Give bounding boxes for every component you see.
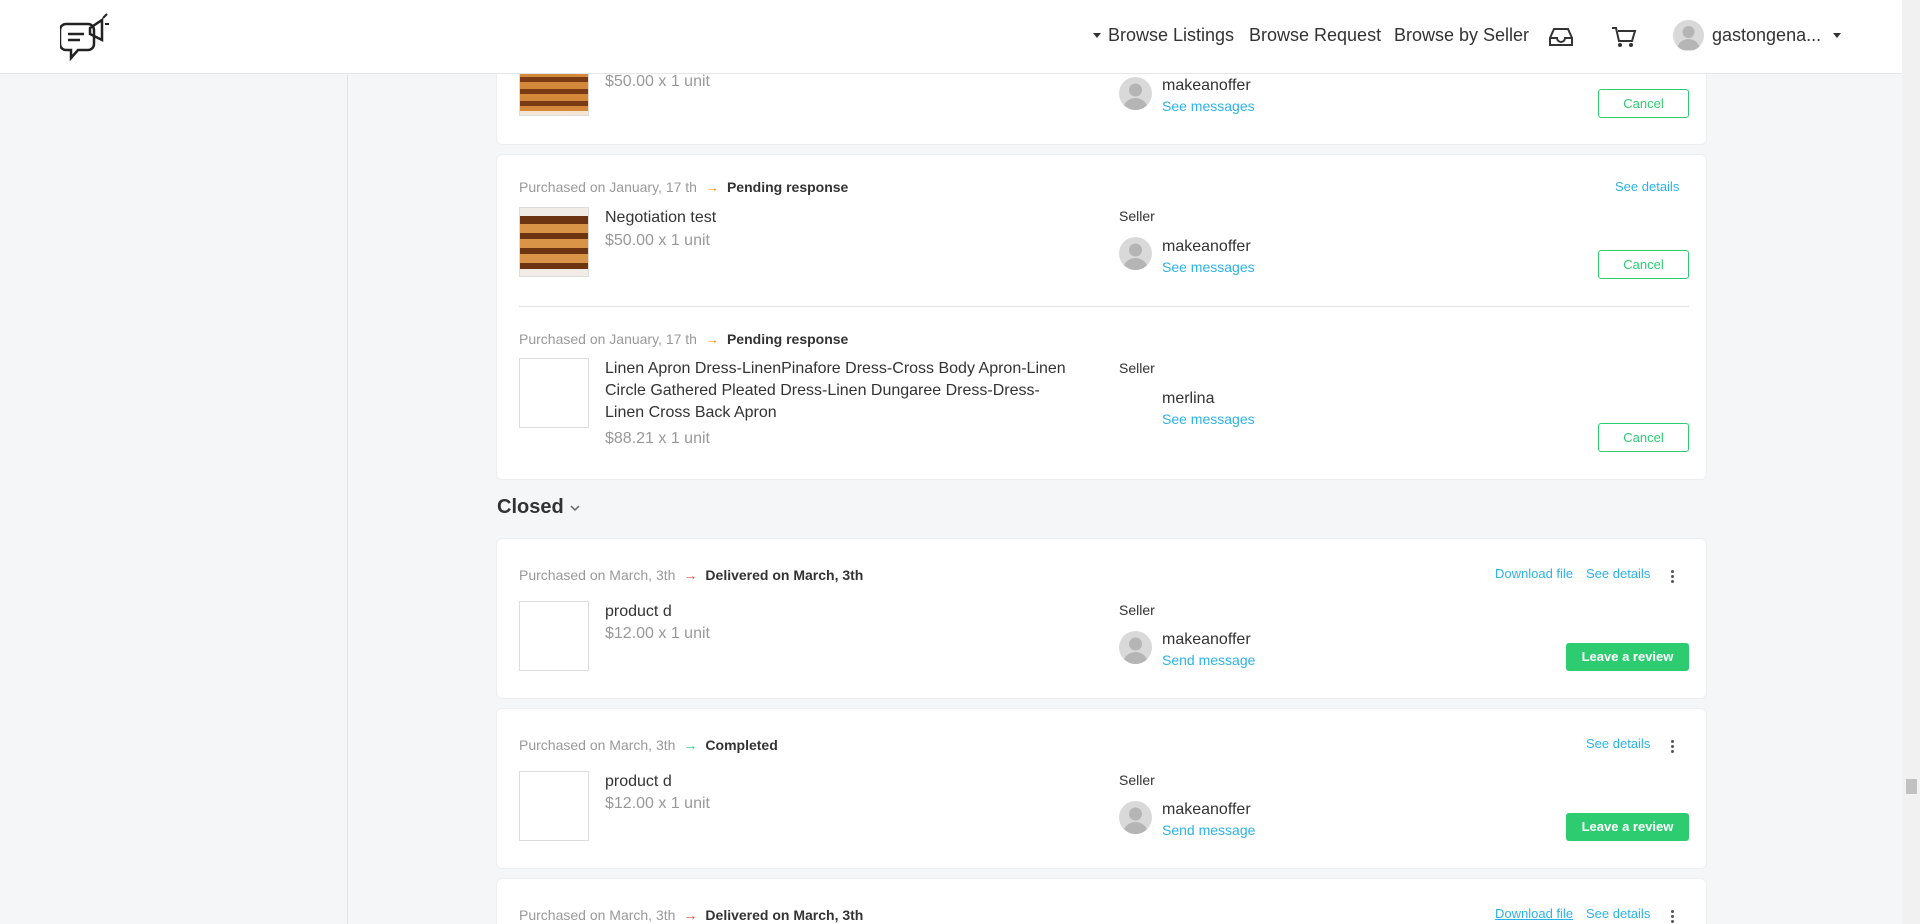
see-details-link[interactable]: See details: [1586, 566, 1650, 581]
order-status: Delivered on March, 3th: [705, 907, 864, 923]
caret-down-icon: [1093, 33, 1101, 38]
arrow-right-icon: →: [683, 907, 698, 923]
divider: [519, 306, 1689, 307]
order-status: Pending response: [726, 331, 849, 347]
order-card: Purchased on January, 17 th → Pending re…: [496, 154, 1707, 480]
see-details-link[interactable]: See details: [1586, 736, 1650, 751]
avatar-icon: [1123, 637, 1148, 664]
caret-down-icon: [1833, 33, 1842, 38]
order-status: Completed: [705, 737, 778, 753]
send-message-link[interactable]: Send message: [1162, 652, 1255, 668]
logo-icon[interactable]: [60, 10, 110, 64]
product-title[interactable]: product d: [605, 771, 672, 793]
purchase-info: Purchased on March, 3th → Delivered on M…: [519, 907, 863, 923]
purchase-date: Purchased on March, 3th: [519, 737, 676, 753]
download-file-link[interactable]: Download file: [1495, 566, 1573, 581]
seller-avatar[interactable]: [1119, 77, 1152, 110]
product-title[interactable]: product d: [605, 601, 672, 623]
leave-review-button[interactable]: Leave a review: [1566, 643, 1689, 671]
purchase-info: Purchased on January, 17 th → Pending re…: [519, 179, 848, 195]
browse-by-seller-link[interactable]: Browse by Seller: [1394, 25, 1529, 46]
seller-label: Seller: [1119, 208, 1155, 224]
purchase-date: Purchased on March, 3th: [519, 907, 676, 923]
seller-name[interactable]: makeanoffer: [1162, 801, 1251, 819]
product-thumbnail[interactable]: [519, 771, 589, 841]
browse-request-link[interactable]: Browse Request: [1249, 25, 1381, 46]
username: gastongena...: [1712, 25, 1822, 45]
order-card: Purchased on March, 3th → Delivered on M…: [496, 878, 1707, 924]
order-card: Purchased on March, 3th → Delivered on M…: [496, 538, 1707, 699]
more-options-icon[interactable]: [1669, 909, 1675, 924]
purchase-info: Purchased on January, 17 th → Pending re…: [519, 331, 848, 347]
seller-label: Seller: [1119, 772, 1155, 788]
purchase-date: Purchased on January, 17 th: [519, 179, 697, 195]
avatar-icon: [1123, 83, 1148, 110]
cake-image: [520, 67, 588, 115]
seller-avatar[interactable]: [1119, 631, 1152, 664]
chevron-down-icon: [570, 504, 580, 511]
cake-image: [520, 208, 588, 276]
seller-avatar[interactable]: [1119, 801, 1152, 834]
see-messages-link[interactable]: See messages: [1162, 98, 1255, 114]
browse-listings-label: Browse Listings: [1108, 25, 1235, 45]
arrow-right-icon: →: [683, 567, 698, 583]
avatar-icon: [1123, 807, 1148, 834]
arrow-right-icon: →: [704, 179, 719, 195]
product-thumbnail[interactable]: [519, 358, 589, 428]
browse-listings-link[interactable]: Browse Listings: [1093, 25, 1234, 46]
more-options-icon[interactable]: [1669, 739, 1675, 755]
purchase-date: Purchased on January, 17 th: [519, 331, 697, 347]
user-avatar[interactable]: [1673, 20, 1704, 51]
avatar-icon: [1677, 26, 1700, 50]
seller-avatar[interactable]: [1119, 237, 1152, 270]
product-title[interactable]: Linen Apron Dress-LinenPinafore Dress-Cr…: [605, 358, 1075, 424]
purchase-info: Purchased on March, 3th → Delivered on M…: [519, 567, 863, 583]
leave-review-button[interactable]: Leave a review: [1566, 813, 1689, 841]
cart-icon[interactable]: [1610, 24, 1638, 50]
seller-name[interactable]: makeanoffer: [1162, 631, 1251, 649]
scrollbar[interactable]: [1902, 0, 1920, 924]
order-status: Delivered on March, 3th: [705, 567, 864, 583]
seller-name[interactable]: makeanoffer: [1162, 238, 1251, 256]
order-status: Pending response: [726, 179, 849, 195]
download-file-link[interactable]: Download file: [1495, 906, 1573, 921]
product-price: $50.00 x 1 unit: [605, 73, 710, 90]
arrow-right-icon: →: [704, 331, 719, 347]
see-messages-link[interactable]: See messages: [1162, 259, 1255, 275]
product-price: $12.00 x 1 unit: [605, 625, 710, 642]
seller-name[interactable]: makeanoffer: [1162, 77, 1251, 95]
seller-label: Seller: [1119, 602, 1155, 618]
closed-section-toggle[interactable]: Closed: [497, 496, 580, 519]
send-message-link[interactable]: Send message: [1162, 822, 1255, 838]
avatar-icon: [1123, 243, 1148, 270]
cancel-button[interactable]: Cancel: [1598, 89, 1689, 118]
product-price: $50.00 x 1 unit: [605, 232, 710, 249]
purchase-info: Purchased on March, 3th → Completed: [519, 737, 778, 753]
product-title[interactable]: Negotiation test: [605, 207, 716, 229]
seller-label: Seller: [1119, 360, 1155, 376]
top-header: Browse Listings Browse Request Browse by…: [0, 0, 1902, 74]
inbox-icon[interactable]: [1547, 24, 1575, 50]
seller-name[interactable]: merlina: [1162, 390, 1214, 408]
product-price: $12.00 x 1 unit: [605, 795, 710, 812]
see-details-link[interactable]: See details: [1586, 906, 1650, 921]
product-thumbnail[interactable]: [519, 207, 589, 277]
scroll-thumb[interactable]: [1906, 779, 1917, 794]
arrow-right-icon: →: [683, 737, 698, 753]
cancel-button[interactable]: Cancel: [1598, 250, 1689, 279]
user-menu[interactable]: gastongena...: [1712, 25, 1842, 46]
see-details-link[interactable]: See details: [1615, 179, 1679, 194]
see-messages-link[interactable]: See messages: [1162, 411, 1255, 427]
section-title: Closed: [497, 496, 564, 518]
order-card: Purchased on March, 3th → Completed See …: [496, 708, 1707, 869]
more-options-icon[interactable]: [1669, 569, 1675, 585]
product-thumbnail[interactable]: [519, 601, 589, 671]
cancel-button[interactable]: Cancel: [1598, 423, 1689, 452]
product-price: $88.21 x 1 unit: [605, 430, 710, 447]
sidebar-area: [0, 75, 348, 924]
purchase-date: Purchased on March, 3th: [519, 567, 676, 583]
